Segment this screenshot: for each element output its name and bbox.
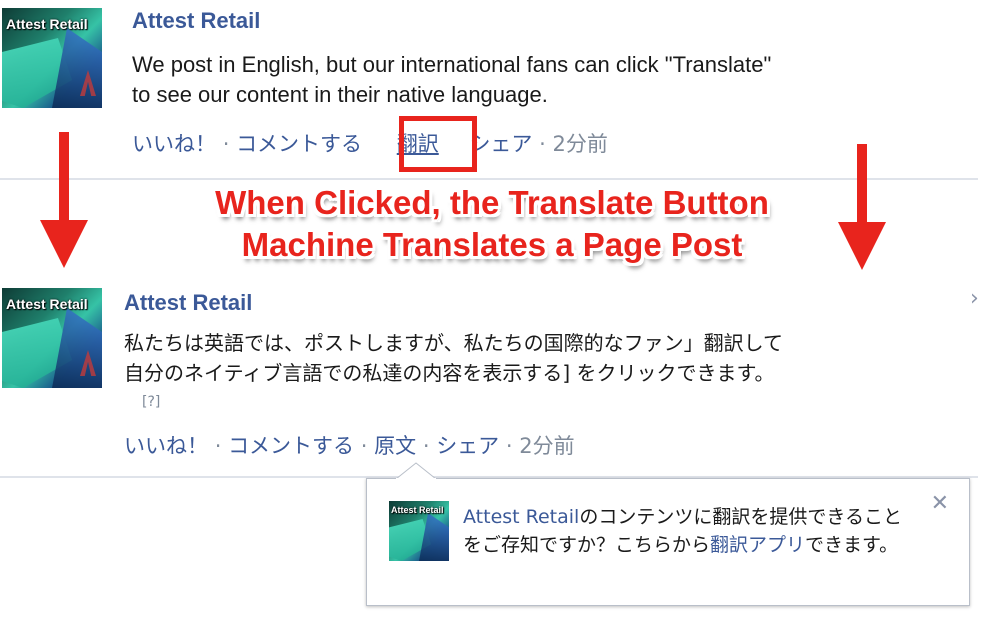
page-avatar[interactable]: Attest Retail	[2, 8, 102, 108]
separator-dot: ·	[505, 434, 513, 458]
see-original-link[interactable]: 原文	[374, 434, 416, 458]
close-icon[interactable]: ✕	[931, 491, 949, 516]
avatar-logo-text: Attest Retail	[391, 505, 444, 515]
post-text-line: to see our content in their native langu…	[132, 82, 548, 107]
translation-app-link[interactable]: 翻訳アプ	[710, 534, 786, 556]
comment-link[interactable]: コメントする	[228, 434, 354, 458]
avatar-art-shape	[52, 28, 102, 108]
post-divider	[0, 178, 978, 180]
post-text-line: 自分のネイティブ言語での私達の内容を表示する] をクリックできます。	[124, 361, 775, 385]
down-arrow-left-icon	[40, 132, 88, 268]
timestamp: 2分前	[519, 434, 575, 458]
share-link[interactable]: シェア	[469, 132, 532, 156]
post-text: We post in English, but our internationa…	[132, 50, 982, 110]
avatar-art-shape	[52, 308, 102, 388]
translate-highlight-box	[399, 116, 477, 172]
page-avatar[interactable]: Attest Retail	[2, 288, 102, 388]
avatar-art-shape	[419, 513, 449, 561]
like-link[interactable]: いいね！	[124, 434, 208, 458]
post-text-line: 私たちは英語では、ポストしますが、私たちの国際的なファン」翻訳して	[124, 331, 783, 355]
avatar-logo-text: Attest Retail	[6, 296, 88, 312]
separator-dot: ·	[222, 132, 230, 156]
translation-app-link[interactable]: リ	[786, 534, 805, 556]
comment-link[interactable]: コメントする	[236, 132, 362, 156]
chevron-right-icon[interactable]: ›	[970, 286, 979, 311]
popup-pointer	[396, 462, 436, 480]
like-link[interactable]: いいね！	[132, 132, 216, 156]
avatar-logo-text: Attest Retail	[6, 16, 88, 32]
popup-text-segment: できます。	[805, 534, 899, 556]
translation-app-popup: Attest Retail Attest Retailのコンテンツに翻訳を提供で…	[366, 478, 970, 606]
popup-message: Attest Retailのコンテンツに翻訳を提供できることをご存知ですか？こち…	[463, 503, 913, 559]
post-text-line: We post in English, but our internationa…	[132, 52, 772, 77]
page-name-link[interactable]: Attest Retail	[124, 290, 252, 316]
popup-text-segment: のコンテンツに翻訳を提供でき	[579, 506, 845, 528]
share-link[interactable]: シェア	[436, 434, 499, 458]
post-actions: いいね！ · コメントする · 原文 · シェア · 2分前	[124, 430, 575, 460]
popup-avatar: Attest Retail	[389, 501, 449, 561]
separator-dot: ·	[360, 434, 368, 458]
down-arrow-right-icon	[838, 144, 886, 270]
popup-page-link[interactable]: Attest Retail	[463, 506, 579, 528]
translated-post-text: 私たちは英語では、ポストしますが、私たちの国際的なファン」翻訳して 自分のネイテ…	[124, 328, 974, 388]
separator-dot: ·	[214, 434, 222, 458]
timestamp: 2分前	[552, 132, 608, 156]
page-name-link[interactable]: Attest Retail	[132, 8, 260, 34]
separator-dot: ·	[422, 434, 430, 458]
translation-help-link[interactable]: [?]	[142, 394, 160, 410]
post-actions: いいね！ · コメントする 翻訳 シェア · 2分前	[132, 128, 608, 158]
separator-dot: ·	[539, 132, 546, 156]
